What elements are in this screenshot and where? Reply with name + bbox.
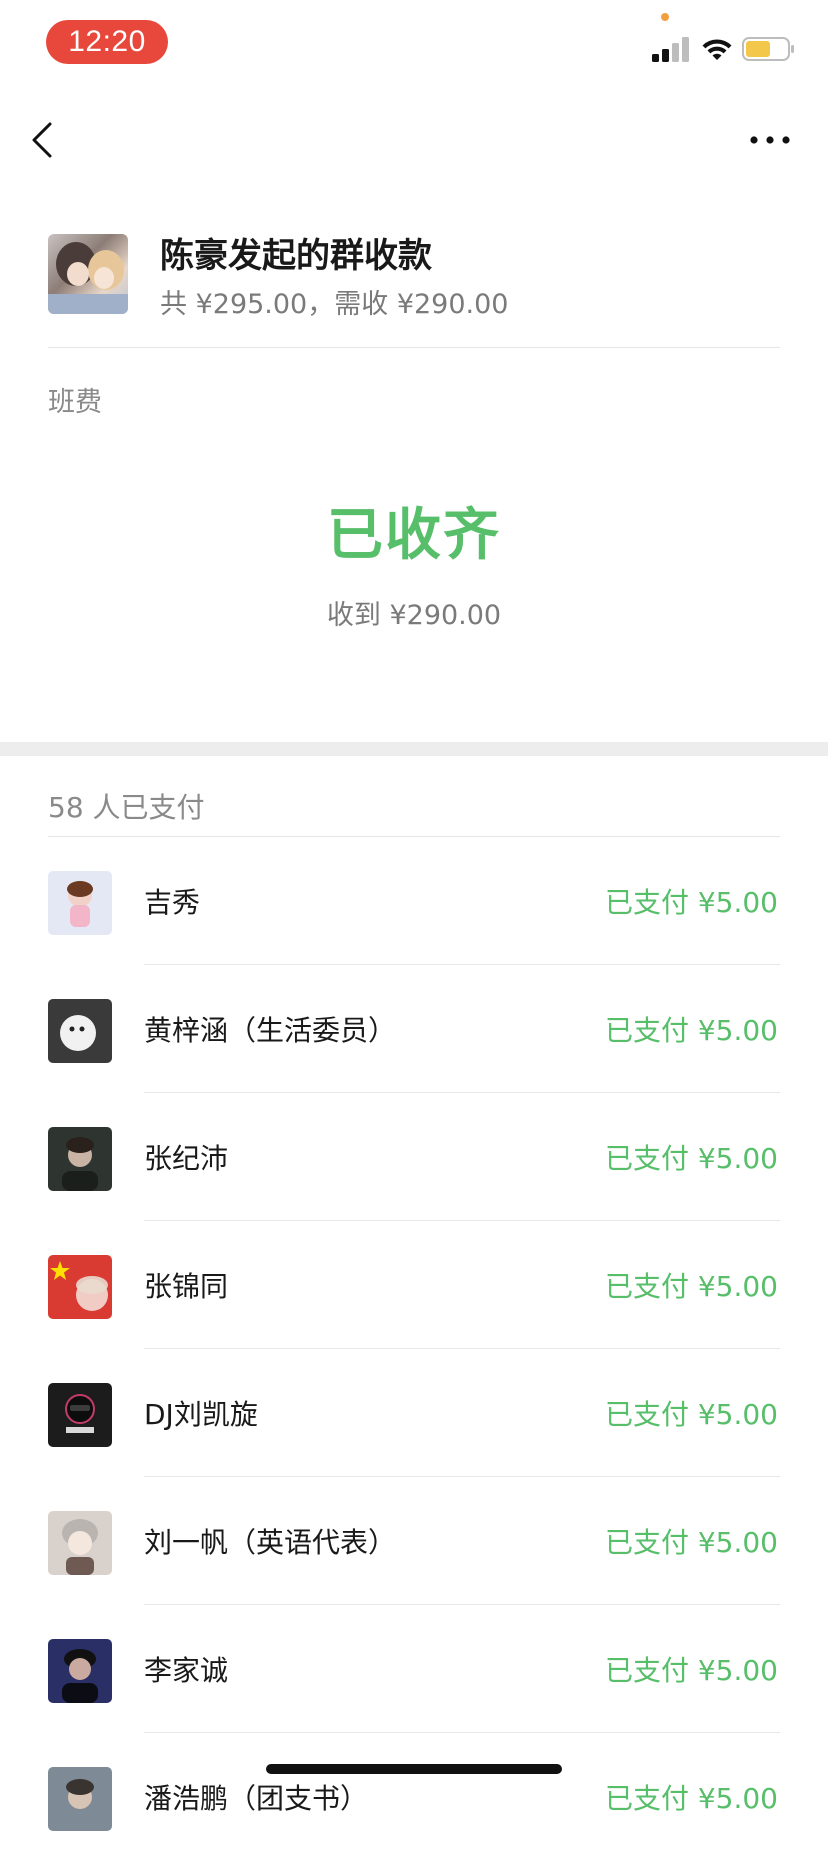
- payer-name: DJ刘凯旋: [144, 1398, 258, 1431]
- status-time: 12:20: [46, 20, 168, 64]
- payer-row[interactable]: DJ刘凯旋 已支付 ¥5.00: [0, 1349, 828, 1477]
- payer-row[interactable]: 李家诚 已支付 ¥5.00: [0, 1605, 828, 1733]
- payer-row[interactable]: 张纪沛 已支付 ¥5.00: [0, 1093, 828, 1221]
- collection-note: 班费: [48, 387, 102, 418]
- privacy-indicator-dot: [661, 13, 669, 21]
- payer-name: 张锦同: [144, 1270, 229, 1303]
- payer-avatar: [48, 1767, 112, 1831]
- payment-status: 已支付 ¥5.00: [604, 1526, 778, 1559]
- payer-name: 潘浩鹏（团支书）: [144, 1782, 369, 1815]
- collection-status: 已收齐: [327, 503, 501, 568]
- payer-row[interactable]: 黄梓涵（生活委员） 已支付 ¥5.00: [0, 965, 828, 1093]
- payer-avatar: [48, 871, 112, 935]
- collection-summary: 共 ¥295.00，需收 ¥290.00: [160, 289, 509, 320]
- payment-status: 已支付 ¥5.00: [604, 886, 778, 919]
- status-bar: 12:20: [0, 0, 828, 90]
- payment-status: 已支付 ¥5.00: [604, 1014, 778, 1047]
- collection-title: 陈豪发起的群收款: [160, 236, 432, 276]
- payer-name: 黄梓涵（生活委员）: [144, 1014, 397, 1047]
- received-amount: 收到 ¥290.00: [326, 600, 502, 631]
- section-separator: [0, 742, 828, 756]
- more-options-icon[interactable]: [748, 130, 792, 150]
- back-chevron-icon[interactable]: [28, 120, 58, 160]
- payer-row[interactable]: 潘浩鹏（团支书） 已支付 ¥5.00: [0, 1733, 828, 1861]
- payer-row[interactable]: 刘一帆（英语代表） 已支付 ¥5.00: [0, 1477, 828, 1605]
- payer-name: 李家诚: [144, 1654, 229, 1687]
- home-indicator[interactable]: [266, 1764, 562, 1774]
- payer-avatar: [48, 1127, 112, 1191]
- initiator-avatar[interactable]: [48, 234, 128, 314]
- paid-count-label: 58 人已支付: [48, 791, 205, 824]
- payment-status: 已支付 ¥5.00: [604, 1142, 778, 1175]
- payment-status: 已支付 ¥5.00: [604, 1782, 778, 1815]
- payer-name: 张纪沛: [144, 1142, 229, 1175]
- payment-status: 已支付 ¥5.00: [604, 1398, 778, 1431]
- payer-name: 刘一帆（英语代表）: [144, 1526, 397, 1559]
- payer-name: 吉秀: [144, 886, 201, 919]
- payer-avatar: [48, 999, 112, 1063]
- battery-icon: [742, 37, 794, 61]
- navigation-bar: [0, 100, 828, 180]
- payer-list: 吉秀 已支付 ¥5.00 黄梓涵（生活委员） 已支付 ¥5.00 张纪沛 已支付…: [0, 837, 828, 1861]
- payer-row[interactable]: 张锦同 已支付 ¥5.00: [0, 1221, 828, 1349]
- payer-row[interactable]: 吉秀 已支付 ¥5.00: [0, 837, 828, 965]
- payer-avatar: [48, 1255, 112, 1319]
- payer-avatar: [48, 1383, 112, 1447]
- payment-status: 已支付 ¥5.00: [604, 1654, 778, 1687]
- payment-status: 已支付 ¥5.00: [604, 1270, 778, 1303]
- payer-avatar: [48, 1511, 112, 1575]
- payer-avatar: [48, 1639, 112, 1703]
- divider: [48, 347, 780, 348]
- wifi-icon: [702, 39, 732, 60]
- cellular-signal-icon: [652, 36, 692, 62]
